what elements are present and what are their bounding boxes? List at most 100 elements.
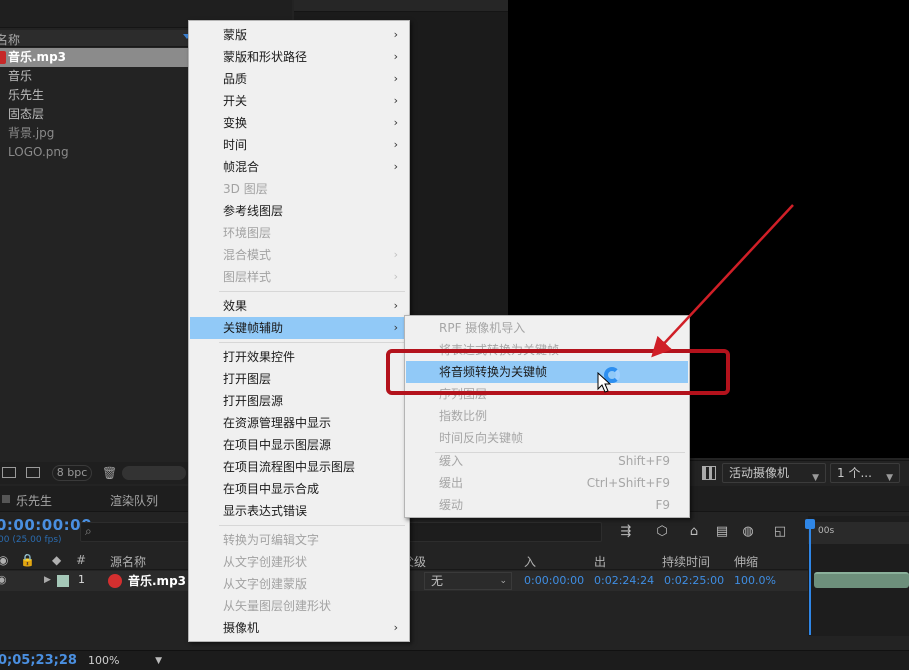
menu-item-label: 转换为可编辑文字 <box>223 533 320 547</box>
out-header[interactable]: 出 <box>594 553 606 570</box>
menu-item-reveal-composition[interactable]: 在项目中显示合成 <box>190 478 408 500</box>
submenu-item-easy-ease-in: 缓入 Shift+F9 <box>406 450 688 472</box>
menu-item-open-layer[interactable]: 打开图层 <box>190 368 408 390</box>
frame-blending-icon[interactable]: ▤ <box>714 524 730 540</box>
current-timecode[interactable]: 0:00:00:00 <box>0 516 92 534</box>
source-name-header[interactable]: 源名称 <box>110 553 146 570</box>
search-icon: ⌕ <box>85 524 92 538</box>
menu-item-masks-from-text: 从文字创建蒙版 <box>190 573 408 595</box>
composition-flowchart-icon[interactable]: ⇶ <box>618 524 634 540</box>
layer-in-time[interactable]: 0:00:00:00 <box>524 574 584 587</box>
chevron-right-icon: › <box>393 50 398 63</box>
menu-separator <box>219 291 405 292</box>
menu-item-label: 图层样式 <box>223 270 272 284</box>
menu-item-environment-layer: 环境图层 <box>190 222 408 244</box>
menu-item-blending-mode: 混合模式 › <box>190 244 408 266</box>
menu-item-label: 打开效果控件 <box>223 350 296 364</box>
layer-stretch[interactable]: 100.0% <box>734 574 776 587</box>
folder-icon[interactable] <box>2 467 16 478</box>
menu-item-reveal-in-explorer[interactable]: 在资源管理器中显示 <box>190 412 408 434</box>
in-header[interactable]: 入 <box>524 553 536 570</box>
menu-item-label: 品质 <box>223 72 248 86</box>
menu-item-transform[interactable]: 变换 › <box>190 112 408 134</box>
menu-item-label: 打开图层 <box>223 372 272 386</box>
menu-item-quality[interactable]: 品质 › <box>190 68 408 90</box>
menu-item-label: 打开图层源 <box>223 394 284 408</box>
av-switch-icon[interactable]: ◉ <box>0 553 8 567</box>
expand-triangle-icon[interactable]: ▶ <box>44 575 51 585</box>
time-ruler[interactable]: 00s <box>808 522 909 544</box>
menu-item-label: 关键帧辅助 <box>223 321 284 335</box>
trash-icon[interactable]: 🗑 <box>102 466 117 480</box>
project-item-label: LOGO.png <box>8 145 69 159</box>
stretch-header[interactable]: 伸缩 <box>734 553 758 570</box>
project-item-label: 背景.jpg <box>8 126 55 140</box>
views-select[interactable]: 1 个... ▼ <box>830 463 900 483</box>
zoom-value: 100% <box>88 654 120 667</box>
menu-item-label: 3D 图层 <box>223 182 268 196</box>
shy-layers-icon[interactable]: ⌂ <box>686 524 702 540</box>
chevron-right-icon: › <box>393 621 398 634</box>
menu-item-reveal-in-flowchart[interactable]: 在项目流程图中显示图层 <box>190 456 408 478</box>
menu-item-mask[interactable]: 蒙版 › <box>190 24 408 46</box>
menu-item-open-effect-controls[interactable]: 打开效果控件 <box>190 346 408 368</box>
current-time-indicator[interactable] <box>809 529 811 635</box>
menu-item-switches[interactable]: 开关 › <box>190 90 408 112</box>
grid-toggle-icon[interactable] <box>702 466 716 480</box>
new-composition-icon[interactable] <box>26 467 40 478</box>
project-scrollbar[interactable] <box>122 466 186 480</box>
fps-label: 00 (25.00 fps) <box>0 535 62 545</box>
menu-item-guide-layer[interactable]: 参考线图层 <box>190 200 408 222</box>
tab-render-queue[interactable]: 渲染队列 <box>110 492 158 509</box>
bpc-button[interactable]: 8 bpc <box>52 465 92 481</box>
label-color-swatch[interactable] <box>57 575 69 587</box>
menu-item-label: 从文字创建蒙版 <box>223 577 308 591</box>
chevron-down-icon: ⌄ <box>499 576 507 586</box>
menu-item-time[interactable]: 时间 › <box>190 134 408 156</box>
menu-item-label: 从矢量图层创建形状 <box>223 599 332 613</box>
menu-item-label: 蒙版和形状路径 <box>223 50 308 64</box>
layer-duration-bar[interactable] <box>814 572 909 588</box>
menu-item-show-expression-errors[interactable]: 显示表达式错误 <box>190 500 408 522</box>
menu-item-reveal-layer-source[interactable]: 在项目中显示图层源 <box>190 434 408 456</box>
layer-context-menu: 蒙版 › 蒙版和形状路径 › 品质 › 开关 › 变换 › 时间 › 帧混合 › 3D 图层 … <box>188 20 410 642</box>
layer-out-time[interactable]: 0:02:24:24 <box>594 574 654 587</box>
tab-composition[interactable]: 乐先生 <box>16 492 52 509</box>
menu-item-label: 变换 <box>223 116 248 130</box>
menu-item-camera[interactable]: 摄像机 › <box>190 617 408 639</box>
submenu-item-easy-ease: 缓动 F9 <box>406 494 688 516</box>
menu-item-open-layer-source[interactable]: 打开图层源 <box>190 390 408 412</box>
parent-select[interactable]: 无 ⌄ <box>424 572 512 590</box>
keyframe-assistant-submenu: RPF 摄像机导入 将表达式转换为关键帧 将音频转换为关键帧 序列图层 指数比例… <box>404 315 690 518</box>
draft-3d-icon[interactable]: ⬡ <box>654 524 670 540</box>
menu-item-3d-layer: 3D 图层 <box>190 178 408 200</box>
submenu-item-exponential-scale: 指数比例 <box>406 405 688 427</box>
eye-icon[interactable]: ◉ <box>0 573 7 586</box>
camera-select[interactable]: 活动摄像机 ▼ <box>722 463 826 483</box>
layer-number-header: # <box>76 553 87 567</box>
chevron-right-icon: › <box>393 248 398 261</box>
submenu-item-time-reverse-keyframes: 时间反向关键帧 <box>406 427 688 449</box>
menu-item-frame-blending[interactable]: 帧混合 › <box>190 156 408 178</box>
menu-item-shapes-from-text: 从文字创建形状 <box>190 551 408 573</box>
chevron-right-icon: › <box>393 160 398 173</box>
duration-header[interactable]: 持续时间 <box>662 553 710 570</box>
current-time-indicator-head[interactable] <box>805 519 815 529</box>
layer-duration[interactable]: 0:02:25:00 <box>664 574 724 587</box>
chevron-right-icon: › <box>393 299 398 312</box>
label-icon[interactable]: ◆ <box>52 553 61 567</box>
status-timecode[interactable]: 0;05;23;28 <box>0 653 77 668</box>
menu-item-mask-shape-path[interactable]: 蒙版和形状路径 › <box>190 46 408 68</box>
lock-icon[interactable]: 🔒 <box>20 553 35 567</box>
motion-blur-icon[interactable]: ◍ <box>740 524 756 540</box>
layer-name[interactable]: 音乐.mp3 <box>128 572 186 589</box>
zoom-select[interactable]: 100% ▼ <box>84 653 166 669</box>
shortcut-label: Shift+F9 <box>618 454 670 468</box>
menu-item-label: 摄像机 <box>223 621 260 635</box>
menu-item-layer-styles: 图层样式 › <box>190 266 408 288</box>
menu-item-effect[interactable]: 效果 › <box>190 295 408 317</box>
close-icon[interactable] <box>2 495 10 503</box>
menu-item-keyframe-assistant[interactable]: 关键帧辅助 › <box>190 317 408 339</box>
graph-editor-icon[interactable]: ◱ <box>772 524 788 540</box>
layer-number: 1 <box>78 573 85 586</box>
